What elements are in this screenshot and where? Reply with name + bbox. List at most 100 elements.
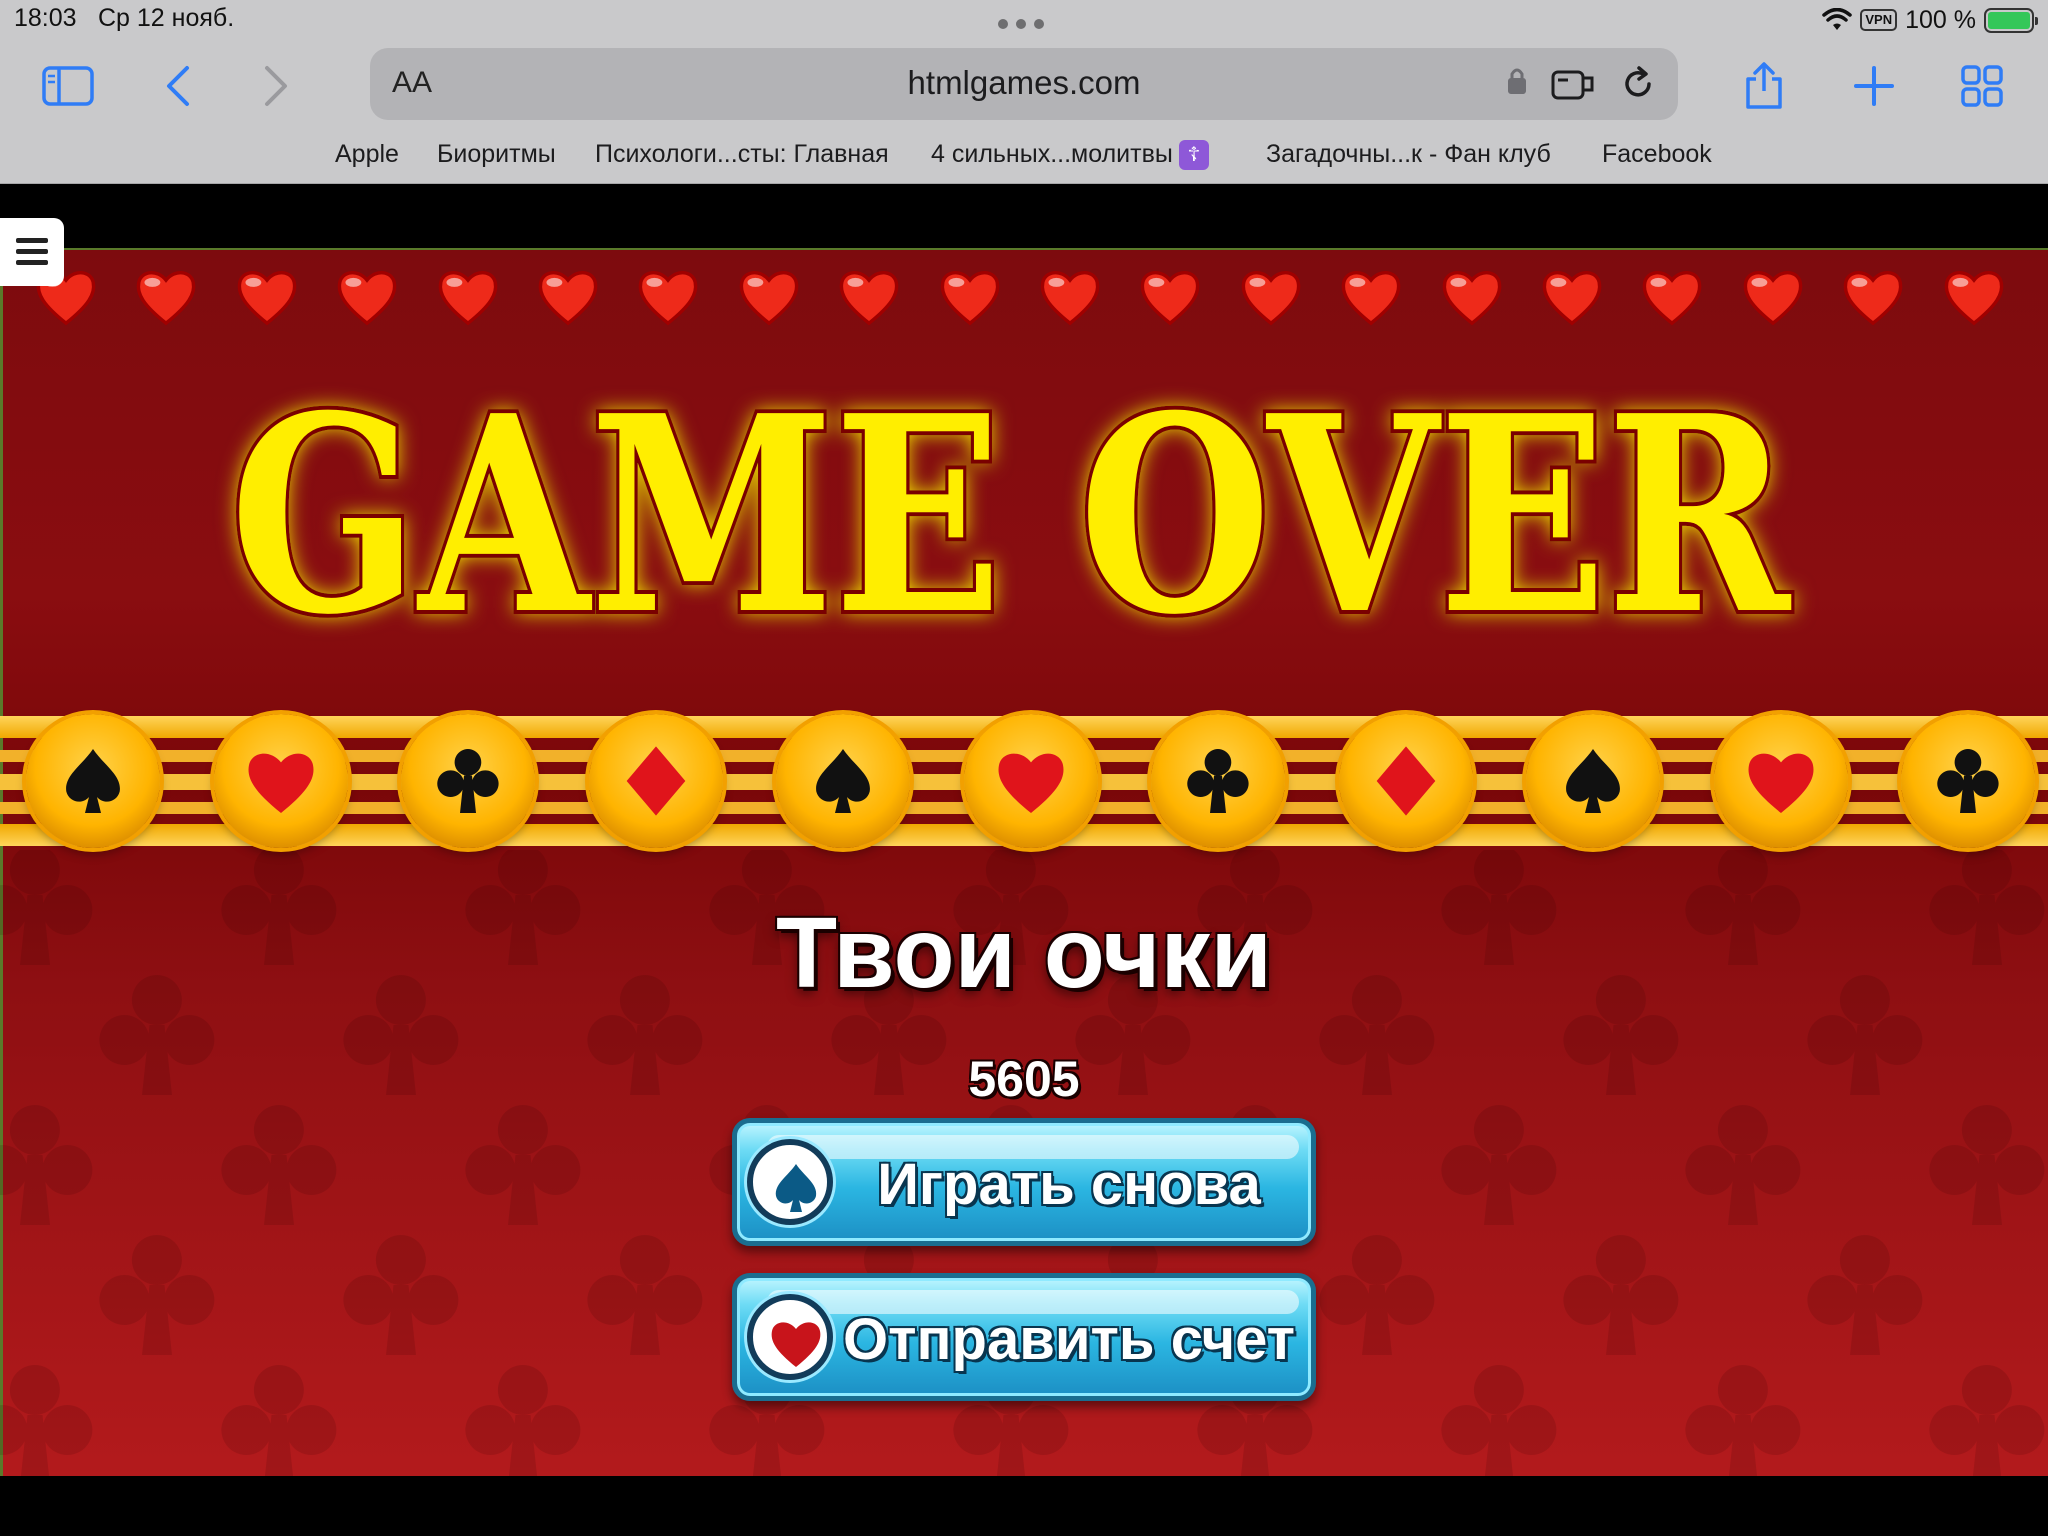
- battery-icon: [1984, 7, 2038, 33]
- forward-icon[interactable]: [248, 58, 304, 114]
- bookmark-prayers-label: 4 сильных...молитвы: [931, 140, 1173, 168]
- heart-icon: [438, 271, 497, 326]
- club-pattern-icon: [587, 1235, 703, 1355]
- heart-icon: [1341, 271, 1401, 326]
- bookmark-prayers[interactable]: 4 сильных...молитвы ☦: [931, 140, 1209, 171]
- heart-icon: [1040, 271, 1100, 326]
- status-date: Ср 12 нояб.: [98, 4, 235, 32]
- heart-coin: [1713, 714, 1848, 848]
- spade-icon: [1566, 749, 1620, 813]
- bookmark-psychology[interactable]: Психологи...сты: Главная: [595, 140, 889, 169]
- diamond-icon: [626, 746, 685, 816]
- diamond-coin: [1338, 714, 1473, 848]
- club-pattern-icon: [0, 1105, 93, 1225]
- heart-icon: [747, 1294, 833, 1380]
- heart-icon: [337, 271, 397, 326]
- orthodox-cross-icon: ☦: [1178, 140, 1209, 171]
- heart-icon: [839, 271, 899, 326]
- tab-overview-icon[interactable]: [1954, 58, 2010, 114]
- club-pattern-icon: [1319, 1235, 1435, 1355]
- club-coin: [1151, 714, 1285, 848]
- club-pattern-icon: [221, 1105, 337, 1225]
- club-pattern-icon: [2034, 1220, 2048, 1370]
- status-time: 18:03: [14, 4, 77, 32]
- club-pattern-icon: [465, 1365, 581, 1476]
- sidebar-toggle-icon[interactable]: [40, 58, 96, 114]
- club-icon: [1937, 749, 1999, 813]
- hearts-border-row: [0, 262, 2048, 334]
- heart-icon: [137, 271, 196, 326]
- heart-icon: [248, 753, 313, 813]
- club-pattern-icon: [1807, 1235, 1923, 1355]
- lock-icon: [1508, 68, 1526, 94]
- spade-coin: [26, 714, 160, 848]
- heart-icon: [237, 271, 297, 326]
- heart-icon: [639, 271, 698, 326]
- page-top-bar: [0, 185, 2048, 248]
- club-pattern-icon: [0, 1365, 93, 1476]
- browser-chrome: 18:03 Ср 12 нояб. VPN 100 % AA htmlgames…: [0, 0, 2048, 184]
- play-again-button[interactable]: Играть снова: [732, 1118, 1316, 1246]
- battery-percent: 100 %: [1905, 5, 1976, 34]
- heart-icon: [1241, 271, 1301, 326]
- url-text[interactable]: htmlgames.com: [370, 64, 1678, 102]
- club-pattern-icon: [221, 1365, 337, 1476]
- club-pattern-icon: [99, 1235, 215, 1355]
- heart-icon: [739, 271, 799, 326]
- club-pattern-icon: [1685, 1105, 1801, 1225]
- multitasking-dots-icon[interactable]: [998, 19, 1048, 31]
- heart-coin: [963, 714, 1098, 848]
- spade-icon: [747, 1139, 833, 1225]
- spade-icon: [816, 749, 870, 813]
- game-over-text: GAME OVER: [230, 370, 1793, 670]
- club-icon: [437, 749, 499, 813]
- diamond-coin: [588, 714, 723, 848]
- bookmark-biorhythms[interactable]: Биоритмы: [437, 140, 556, 169]
- status-indicators: VPN 100 %: [1822, 4, 2038, 36]
- heart-icon: [1748, 753, 1813, 813]
- club-pattern-icon: [343, 1235, 459, 1355]
- spade-coin: [1526, 714, 1660, 848]
- reload-icon[interactable]: [1618, 64, 1658, 104]
- page-menu-icon[interactable]: [1550, 64, 1596, 104]
- club-pattern-icon: [1685, 1365, 1801, 1476]
- club-pattern-icon: [1929, 1365, 2045, 1476]
- heart-icon: [1843, 271, 1903, 326]
- heart-icon: [940, 271, 999, 326]
- heart-icon: [1442, 271, 1501, 326]
- score-label: Твои очки: [776, 897, 1272, 1009]
- club-pattern-icon: [1441, 1105, 1557, 1225]
- heart-icon: [998, 753, 1063, 813]
- card-suits-band: [0, 712, 2048, 850]
- hamburger-menu-icon[interactable]: [0, 218, 64, 286]
- game-over-title: GAME OVER: [226, 370, 1797, 670]
- wifi-icon: [1822, 8, 1853, 30]
- club-coin: [1901, 714, 2035, 848]
- bookmark-apple[interactable]: Apple: [335, 140, 399, 169]
- address-bar[interactable]: AA htmlgames.com: [370, 48, 1678, 120]
- club-icon: [1187, 749, 1249, 813]
- club-pattern-icon: [465, 1105, 581, 1225]
- club-coin: [401, 714, 535, 848]
- bookmark-fan-club[interactable]: Загадочны...к - Фан клуб: [1266, 140, 1551, 169]
- heart-icon: [1643, 271, 1702, 326]
- play-again-label: Играть снова: [877, 1152, 1261, 1217]
- spade-icon: [66, 749, 120, 813]
- vpn-badge: VPN: [1860, 9, 1898, 31]
- diamond-icon: [1376, 746, 1435, 816]
- club-pattern-icon: [1441, 1365, 1557, 1476]
- heart-icon: [1141, 271, 1200, 326]
- share-icon[interactable]: [1736, 58, 1792, 114]
- favorites-bar: Apple Биоритмы Психологи...сты: Главная …: [0, 136, 2048, 176]
- submit-score-button[interactable]: Отправить счет: [732, 1273, 1316, 1401]
- score-value: 5605: [968, 1051, 1080, 1107]
- heart-icon: [1743, 271, 1803, 326]
- spade-coin: [776, 714, 910, 848]
- new-tab-icon[interactable]: [1846, 58, 1902, 114]
- heart-coin: [213, 714, 348, 848]
- back-icon[interactable]: [150, 58, 206, 114]
- submit-score-label: Отправить счет: [842, 1307, 1296, 1372]
- bookmark-facebook[interactable]: Facebook: [1602, 140, 1712, 169]
- page-bottom-bar: [0, 1476, 2048, 1536]
- heart-icon: [538, 271, 598, 326]
